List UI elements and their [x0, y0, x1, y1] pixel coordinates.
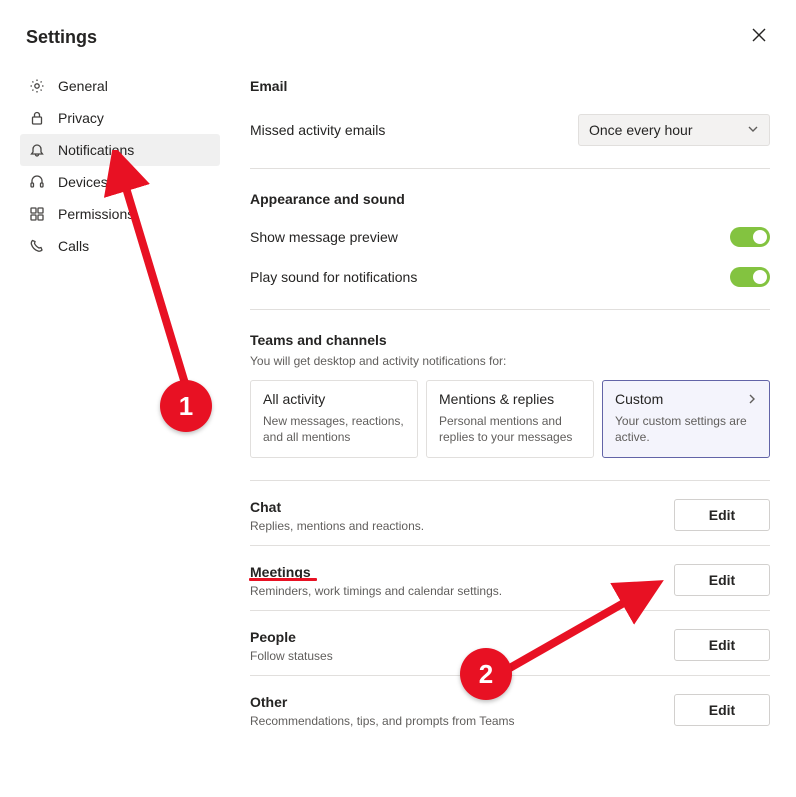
gear-icon — [28, 77, 46, 95]
close-icon — [752, 29, 766, 46]
sidebar-item-permissions[interactable]: Permissions — [20, 198, 220, 230]
card-title: All activity — [263, 391, 405, 407]
divider — [250, 309, 770, 310]
section-teams-title: Teams and channels — [250, 332, 770, 348]
sidebar-item-label: Calls — [58, 238, 89, 254]
section-appearance-title: Appearance and sound — [250, 191, 770, 207]
edit-other-button[interactable]: Edit — [674, 694, 770, 726]
main-content: Email Missed activity emails Once every … — [220, 60, 796, 736]
sidebar-item-label: Privacy — [58, 110, 104, 126]
bell-icon — [28, 141, 46, 159]
cat-meetings-title: Meetings — [250, 564, 502, 580]
page-title: Settings — [26, 27, 97, 48]
sidebar-item-label: Devices — [58, 174, 108, 190]
edit-chat-button[interactable]: Edit — [674, 499, 770, 531]
sidebar: General Privacy Notifications Devices Pe… — [0, 60, 220, 736]
option-mentions-replies[interactable]: Mentions & replies Personal mentions and… — [426, 380, 594, 458]
card-desc: New messages, reactions, and all mention… — [263, 413, 405, 445]
select-value: Once every hour — [589, 122, 693, 138]
option-custom[interactable]: Custom Your custom settings are active. — [602, 380, 770, 458]
edit-people-button[interactable]: Edit — [674, 629, 770, 661]
apps-icon — [28, 205, 46, 223]
cat-chat-title: Chat — [250, 499, 424, 515]
close-button[interactable] — [748, 24, 770, 50]
card-desc: Personal mentions and replies to your me… — [439, 413, 581, 445]
chevron-down-icon — [747, 122, 759, 138]
headset-icon — [28, 173, 46, 191]
option-all-activity[interactable]: All activity New messages, reactions, an… — [250, 380, 418, 458]
cat-chat-desc: Replies, mentions and reactions. — [250, 519, 424, 533]
card-desc: Your custom settings are active. — [615, 413, 757, 445]
divider — [250, 480, 770, 481]
cat-other-desc: Recommendations, tips, and prompts from … — [250, 714, 515, 728]
section-email-title: Email — [250, 78, 770, 94]
divider — [250, 610, 770, 611]
sidebar-item-label: General — [58, 78, 108, 94]
sidebar-item-notifications[interactable]: Notifications — [20, 134, 220, 166]
cat-meetings-desc: Reminders, work timings and calendar set… — [250, 584, 502, 598]
missed-activity-label: Missed activity emails — [250, 122, 385, 138]
show-preview-label: Show message preview — [250, 229, 398, 245]
divider — [250, 675, 770, 676]
phone-icon — [28, 237, 46, 255]
lock-icon — [28, 109, 46, 127]
sidebar-item-privacy[interactable]: Privacy — [20, 102, 220, 134]
cat-people-desc: Follow statuses — [250, 649, 333, 663]
sidebar-item-label: Permissions — [58, 206, 134, 222]
divider — [250, 168, 770, 169]
divider — [250, 545, 770, 546]
card-title: Custom — [615, 391, 663, 407]
missed-activity-select[interactable]: Once every hour — [578, 114, 770, 146]
cat-people-title: People — [250, 629, 333, 645]
card-title: Mentions & replies — [439, 391, 581, 407]
play-sound-label: Play sound for notifications — [250, 269, 417, 285]
sidebar-item-devices[interactable]: Devices — [20, 166, 220, 198]
edit-meetings-button[interactable]: Edit — [674, 564, 770, 596]
play-sound-toggle[interactable] — [730, 267, 770, 287]
chevron-right-icon — [747, 391, 757, 407]
show-preview-toggle[interactable] — [730, 227, 770, 247]
teams-subtitle: You will get desktop and activity notifi… — [250, 354, 770, 368]
sidebar-item-general[interactable]: General — [20, 70, 220, 102]
cat-other-title: Other — [250, 694, 515, 710]
sidebar-item-calls[interactable]: Calls — [20, 230, 220, 262]
sidebar-item-label: Notifications — [58, 142, 134, 158]
